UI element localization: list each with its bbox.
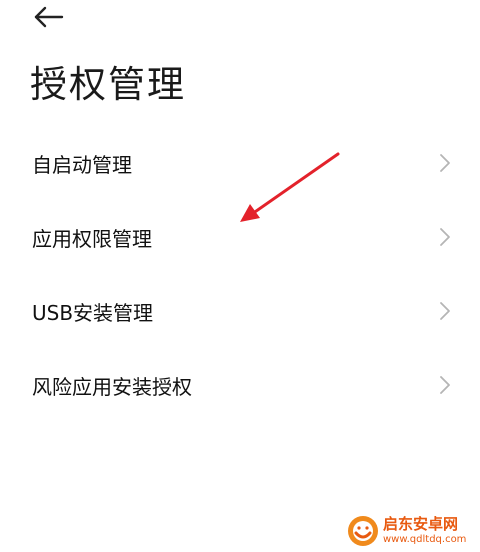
- chevron-right-icon: [440, 302, 450, 320]
- menu-item-label: 应用权限管理: [32, 226, 152, 251]
- watermark-url: www.qdltdq.com: [383, 534, 467, 545]
- menu-item-label: 自启动管理: [32, 152, 132, 177]
- menu-item-label: USB安装管理: [32, 300, 154, 325]
- watermark-logo-icon: [348, 516, 378, 546]
- authorization-management-screen: 授权管理 自启动管理 应用权限管理 USB安装管理 风险应用安装授权 启东安卓网…: [0, 0, 480, 552]
- arrow-left-icon: [34, 6, 64, 28]
- watermark-name: 启东安卓网: [383, 515, 459, 533]
- menu-item-risky-app-install[interactable]: 风险应用安装授权: [0, 348, 480, 422]
- menu-item-auto-start[interactable]: 自启动管理: [0, 126, 480, 200]
- menu-item-usb-install[interactable]: USB安装管理: [0, 274, 480, 348]
- menu-item-label: 风险应用安装授权: [32, 374, 192, 399]
- back-button[interactable]: [30, 2, 70, 34]
- menu-list: 自启动管理 应用权限管理 USB安装管理 风险应用安装授权: [0, 126, 480, 422]
- chevron-right-icon: [440, 228, 450, 246]
- watermark: 启东安卓网 www.qdltdq.com: [346, 512, 478, 550]
- menu-item-app-permissions[interactable]: 应用权限管理: [0, 200, 480, 274]
- chevron-right-icon: [440, 376, 450, 394]
- chevron-right-icon: [440, 154, 450, 172]
- page-title: 授权管理: [30, 63, 186, 106]
